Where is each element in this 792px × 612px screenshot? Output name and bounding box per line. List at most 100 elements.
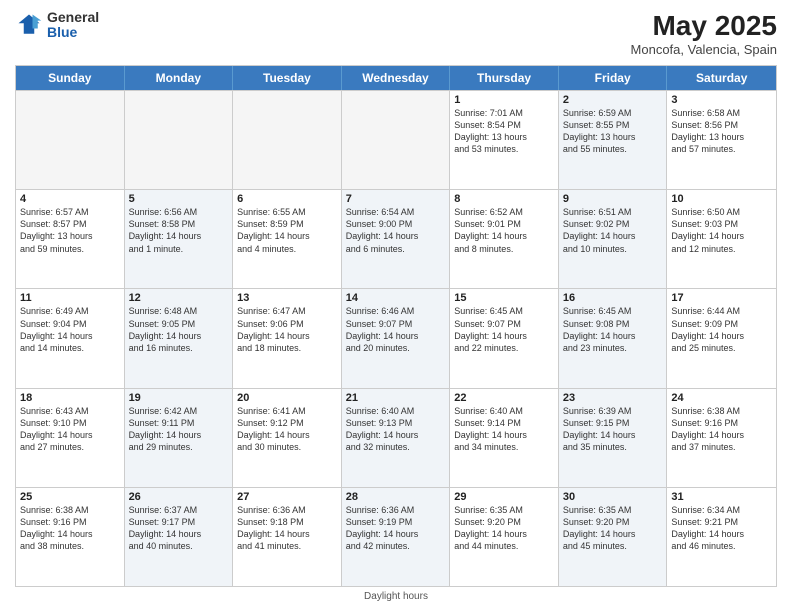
- footer-note: Daylight hours: [15, 591, 777, 602]
- day-number: 30: [563, 491, 663, 503]
- cell-info: Sunrise: 6:43 AM Sunset: 9:10 PM Dayligh…: [20, 405, 120, 454]
- cell-info: Sunrise: 6:57 AM Sunset: 8:57 PM Dayligh…: [20, 206, 120, 255]
- cell-info: Sunrise: 6:44 AM Sunset: 9:09 PM Dayligh…: [671, 305, 772, 354]
- calendar-row-5: 25Sunrise: 6:38 AM Sunset: 9:16 PM Dayli…: [16, 487, 776, 586]
- cell-info: Sunrise: 6:42 AM Sunset: 9:11 PM Dayligh…: [129, 405, 229, 454]
- calendar-cell: 14Sunrise: 6:46 AM Sunset: 9:07 PM Dayli…: [342, 289, 451, 387]
- calendar-cell: 4Sunrise: 6:57 AM Sunset: 8:57 PM Daylig…: [16, 190, 125, 288]
- day-number: 22: [454, 392, 554, 404]
- weekday-header-wednesday: Wednesday: [342, 66, 451, 90]
- calendar-cell: 18Sunrise: 6:43 AM Sunset: 9:10 PM Dayli…: [16, 389, 125, 487]
- day-number: 14: [346, 292, 446, 304]
- calendar: SundayMondayTuesdayWednesdayThursdayFrid…: [15, 65, 777, 587]
- calendar-cell: 29Sunrise: 6:35 AM Sunset: 9:20 PM Dayli…: [450, 488, 559, 586]
- cell-info: Sunrise: 6:38 AM Sunset: 9:16 PM Dayligh…: [20, 504, 120, 553]
- calendar-cell: [342, 91, 451, 189]
- calendar-cell: 31Sunrise: 6:34 AM Sunset: 9:21 PM Dayli…: [667, 488, 776, 586]
- calendar-cell: 5Sunrise: 6:56 AM Sunset: 8:58 PM Daylig…: [125, 190, 234, 288]
- day-number: 15: [454, 292, 554, 304]
- cell-info: Sunrise: 6:40 AM Sunset: 9:13 PM Dayligh…: [346, 405, 446, 454]
- calendar-cell: 28Sunrise: 6:36 AM Sunset: 9:19 PM Dayli…: [342, 488, 451, 586]
- day-number: 7: [346, 193, 446, 205]
- calendar-cell: 20Sunrise: 6:41 AM Sunset: 9:12 PM Dayli…: [233, 389, 342, 487]
- day-number: 20: [237, 392, 337, 404]
- day-number: 9: [563, 193, 663, 205]
- cell-info: Sunrise: 6:55 AM Sunset: 8:59 PM Dayligh…: [237, 206, 337, 255]
- calendar-cell: [233, 91, 342, 189]
- page: General Blue May 2025 Moncofa, Valencia,…: [0, 0, 792, 612]
- calendar-cell: 8Sunrise: 6:52 AM Sunset: 9:01 PM Daylig…: [450, 190, 559, 288]
- calendar-cell: 13Sunrise: 6:47 AM Sunset: 9:06 PM Dayli…: [233, 289, 342, 387]
- calendar-cell: 16Sunrise: 6:45 AM Sunset: 9:08 PM Dayli…: [559, 289, 668, 387]
- weekday-header-friday: Friday: [559, 66, 668, 90]
- day-number: 6: [237, 193, 337, 205]
- weekday-header-thursday: Thursday: [450, 66, 559, 90]
- calendar-cell: 27Sunrise: 6:36 AM Sunset: 9:18 PM Dayli…: [233, 488, 342, 586]
- header: General Blue May 2025 Moncofa, Valencia,…: [15, 10, 777, 57]
- calendar-header: SundayMondayTuesdayWednesdayThursdayFrid…: [16, 66, 776, 90]
- day-number: 18: [20, 392, 120, 404]
- day-number: 3: [671, 94, 772, 106]
- day-number: 25: [20, 491, 120, 503]
- day-number: 5: [129, 193, 229, 205]
- day-number: 21: [346, 392, 446, 404]
- title-block: May 2025 Moncofa, Valencia, Spain: [631, 10, 777, 57]
- cell-info: Sunrise: 6:51 AM Sunset: 9:02 PM Dayligh…: [563, 206, 663, 255]
- cell-info: Sunrise: 6:49 AM Sunset: 9:04 PM Dayligh…: [20, 305, 120, 354]
- cell-info: Sunrise: 6:34 AM Sunset: 9:21 PM Dayligh…: [671, 504, 772, 553]
- day-number: 26: [129, 491, 229, 503]
- day-number: 11: [20, 292, 120, 304]
- calendar-cell: 7Sunrise: 6:54 AM Sunset: 9:00 PM Daylig…: [342, 190, 451, 288]
- logo-icon: [15, 11, 43, 39]
- day-number: 17: [671, 292, 772, 304]
- cell-info: Sunrise: 6:41 AM Sunset: 9:12 PM Dayligh…: [237, 405, 337, 454]
- calendar-cell: 6Sunrise: 6:55 AM Sunset: 8:59 PM Daylig…: [233, 190, 342, 288]
- calendar-cell: 19Sunrise: 6:42 AM Sunset: 9:11 PM Dayli…: [125, 389, 234, 487]
- cell-info: Sunrise: 6:59 AM Sunset: 8:55 PM Dayligh…: [563, 107, 663, 156]
- cell-info: Sunrise: 6:47 AM Sunset: 9:06 PM Dayligh…: [237, 305, 337, 354]
- day-number: 23: [563, 392, 663, 404]
- day-number: 12: [129, 292, 229, 304]
- calendar-body: 1Sunrise: 7:01 AM Sunset: 8:54 PM Daylig…: [16, 90, 776, 586]
- day-number: 19: [129, 392, 229, 404]
- calendar-cell: 10Sunrise: 6:50 AM Sunset: 9:03 PM Dayli…: [667, 190, 776, 288]
- weekday-header-monday: Monday: [125, 66, 234, 90]
- calendar-cell: 1Sunrise: 7:01 AM Sunset: 8:54 PM Daylig…: [450, 91, 559, 189]
- day-number: 4: [20, 193, 120, 205]
- calendar-cell: 26Sunrise: 6:37 AM Sunset: 9:17 PM Dayli…: [125, 488, 234, 586]
- cell-info: Sunrise: 6:37 AM Sunset: 9:17 PM Dayligh…: [129, 504, 229, 553]
- cell-info: Sunrise: 6:35 AM Sunset: 9:20 PM Dayligh…: [563, 504, 663, 553]
- calendar-cell: 11Sunrise: 6:49 AM Sunset: 9:04 PM Dayli…: [16, 289, 125, 387]
- calendar-cell: 24Sunrise: 6:38 AM Sunset: 9:16 PM Dayli…: [667, 389, 776, 487]
- cell-info: Sunrise: 6:58 AM Sunset: 8:56 PM Dayligh…: [671, 107, 772, 156]
- day-number: 31: [671, 491, 772, 503]
- location: Moncofa, Valencia, Spain: [631, 42, 777, 57]
- calendar-cell: [16, 91, 125, 189]
- day-number: 29: [454, 491, 554, 503]
- cell-info: Sunrise: 6:36 AM Sunset: 9:19 PM Dayligh…: [346, 504, 446, 553]
- weekday-header-saturday: Saturday: [667, 66, 776, 90]
- cell-info: Sunrise: 6:35 AM Sunset: 9:20 PM Dayligh…: [454, 504, 554, 553]
- cell-info: Sunrise: 6:39 AM Sunset: 9:15 PM Dayligh…: [563, 405, 663, 454]
- month-year: May 2025: [631, 10, 777, 42]
- weekday-header-sunday: Sunday: [16, 66, 125, 90]
- calendar-row-1: 1Sunrise: 7:01 AM Sunset: 8:54 PM Daylig…: [16, 90, 776, 189]
- cell-info: Sunrise: 6:54 AM Sunset: 9:00 PM Dayligh…: [346, 206, 446, 255]
- cell-info: Sunrise: 6:45 AM Sunset: 9:07 PM Dayligh…: [454, 305, 554, 354]
- day-number: 1: [454, 94, 554, 106]
- calendar-cell: 23Sunrise: 6:39 AM Sunset: 9:15 PM Dayli…: [559, 389, 668, 487]
- day-number: 8: [454, 193, 554, 205]
- calendar-cell: 15Sunrise: 6:45 AM Sunset: 9:07 PM Dayli…: [450, 289, 559, 387]
- cell-info: Sunrise: 6:46 AM Sunset: 9:07 PM Dayligh…: [346, 305, 446, 354]
- calendar-cell: 30Sunrise: 6:35 AM Sunset: 9:20 PM Dayli…: [559, 488, 668, 586]
- logo-text: General Blue: [47, 10, 99, 41]
- calendar-row-3: 11Sunrise: 6:49 AM Sunset: 9:04 PM Dayli…: [16, 288, 776, 387]
- cell-info: Sunrise: 6:36 AM Sunset: 9:18 PM Dayligh…: [237, 504, 337, 553]
- cell-info: Sunrise: 6:45 AM Sunset: 9:08 PM Dayligh…: [563, 305, 663, 354]
- calendar-row-4: 18Sunrise: 6:43 AM Sunset: 9:10 PM Dayli…: [16, 388, 776, 487]
- day-number: 27: [237, 491, 337, 503]
- cell-info: Sunrise: 6:56 AM Sunset: 8:58 PM Dayligh…: [129, 206, 229, 255]
- calendar-cell: 21Sunrise: 6:40 AM Sunset: 9:13 PM Dayli…: [342, 389, 451, 487]
- weekday-header-tuesday: Tuesday: [233, 66, 342, 90]
- calendar-cell: 25Sunrise: 6:38 AM Sunset: 9:16 PM Dayli…: [16, 488, 125, 586]
